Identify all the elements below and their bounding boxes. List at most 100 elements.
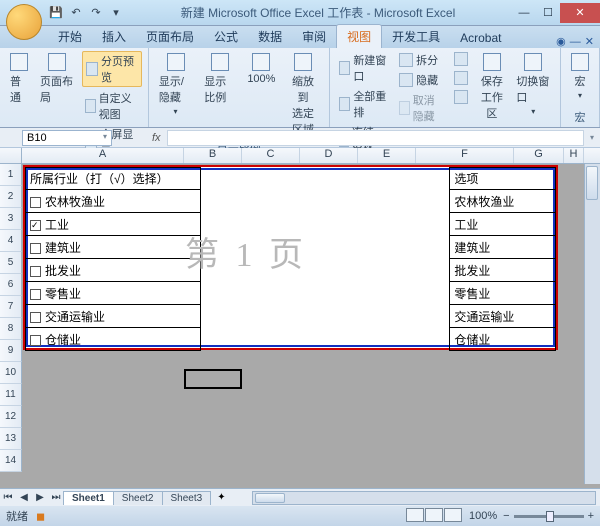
sheet-nav-last[interactable]: ⏭ (48, 492, 64, 503)
checkbox-icon[interactable] (30, 335, 41, 346)
checkbox-icon[interactable] (30, 197, 41, 208)
ribbon-minimize-icon[interactable]: — (570, 36, 581, 48)
sheet-nav-next[interactable]: ▶ (32, 492, 48, 503)
scrollbar-thumb[interactable] (586, 166, 598, 200)
row-header-2[interactable]: 2 (0, 186, 22, 208)
zoom-out-button[interactable]: − (503, 510, 509, 522)
undo-icon[interactable]: ↶ (68, 5, 84, 21)
row-header-5[interactable]: 5 (0, 252, 22, 274)
cell-industry[interactable]: 工业 (26, 213, 201, 236)
sheet-nav-prev[interactable]: ◀ (16, 492, 32, 503)
cell-industry[interactable]: 交通运输业 (26, 305, 201, 328)
cell-option[interactable]: 工业 (450, 213, 556, 236)
cell-industry[interactable]: 农林牧渔业 (26, 190, 201, 213)
zoom-100-button[interactable]: 100% (243, 51, 279, 139)
header-industry[interactable]: 所属行业（打（√）选择） (26, 168, 201, 190)
hide-button[interactable]: 隐藏 (396, 71, 447, 89)
row-header-6[interactable]: 6 (0, 274, 22, 296)
col-header-h[interactable]: H (564, 148, 584, 163)
sheet-tab-1[interactable]: Sheet1 (63, 491, 114, 505)
row-header-10[interactable]: 10 (0, 362, 22, 384)
checkbox-icon[interactable] (30, 220, 41, 231)
cell-option[interactable]: 农林牧渔业 (450, 190, 556, 213)
select-all-corner[interactable] (0, 148, 22, 163)
unhide-button[interactable]: 取消隐藏 (396, 91, 447, 125)
row-header-11[interactable]: 11 (0, 384, 22, 406)
tab-acrobat[interactable]: Acrobat (450, 28, 511, 48)
row-header-7[interactable]: 7 (0, 296, 22, 318)
zoom-button[interactable]: 显示比例 (200, 51, 239, 139)
cell-industry[interactable]: 建筑业 (26, 236, 201, 259)
cell-option[interactable]: 建筑业 (450, 236, 556, 259)
worksheet-grid[interactable]: A B C D E F G H 1234567891011121314 第 1 … (0, 148, 600, 488)
slider-thumb[interactable] (546, 511, 554, 522)
zoom-selection-button[interactable]: 缩放到 选定区域 (283, 51, 322, 139)
cell-industry[interactable]: 零售业 (26, 282, 201, 305)
row-header-8[interactable]: 8 (0, 318, 22, 340)
col-header-c[interactable]: C (242, 148, 300, 163)
tab-formulas[interactable]: 公式 (204, 25, 248, 48)
minimize-button[interactable]: — (512, 3, 536, 23)
checkbox-icon[interactable] (30, 289, 41, 300)
cell-industry[interactable]: 批发业 (26, 259, 201, 282)
macros-button[interactable]: 宏▾ (567, 51, 593, 107)
row-header-14[interactable]: 14 (0, 450, 22, 472)
cell-option[interactable]: 零售业 (450, 282, 556, 305)
compare-side-button[interactable] (451, 51, 471, 67)
chevron-down-icon[interactable]: ▾ (103, 132, 107, 144)
horizontal-scrollbar[interactable] (252, 491, 596, 505)
row-header-1[interactable]: 1 (0, 164, 22, 186)
custom-views-button[interactable]: 自定义视图 (82, 89, 142, 123)
checkbox-icon[interactable] (30, 312, 41, 323)
zoom-slider[interactable]: − + (503, 510, 594, 522)
row-header-12[interactable]: 12 (0, 406, 22, 428)
col-header-e[interactable]: E (358, 148, 416, 163)
checkbox-icon[interactable] (30, 266, 41, 277)
checkbox-icon[interactable] (30, 243, 41, 254)
sync-scroll-button[interactable] (451, 70, 471, 86)
sheet-nav-first[interactable]: ⏮ (0, 492, 16, 503)
col-header-f[interactable]: F (416, 148, 514, 163)
sheet-tab-3[interactable]: Sheet3 (162, 491, 212, 505)
col-header-d[interactable]: D (300, 148, 358, 163)
fx-icon[interactable]: fx (152, 132, 161, 144)
close-button[interactable]: ✕ (560, 3, 600, 23)
row-header-9[interactable]: 9 (0, 340, 22, 362)
row-header-4[interactable]: 4 (0, 230, 22, 252)
page-break-shortcut[interactable] (444, 508, 462, 522)
vertical-scrollbar[interactable] (584, 164, 600, 484)
tab-developer[interactable]: 开发工具 (382, 25, 450, 48)
header-option[interactable]: 选项 (450, 168, 556, 190)
scrollbar-thumb[interactable] (255, 493, 285, 503)
show-hide-button[interactable]: 显示/隐藏▾ (155, 51, 196, 139)
cell-option[interactable]: 仓储业 (450, 328, 556, 351)
reset-position-button[interactable] (451, 89, 471, 105)
cell-option[interactable]: 批发业 (450, 259, 556, 282)
row-header-13[interactable]: 13 (0, 428, 22, 450)
col-header-a[interactable]: A (22, 148, 184, 163)
name-box[interactable]: B10▾ (22, 130, 112, 146)
qat-customize-icon[interactable]: ▾ (108, 5, 124, 21)
save-icon[interactable]: 💾 (48, 5, 64, 21)
cell-industry[interactable]: 仓储业 (26, 328, 201, 351)
row-header-3[interactable]: 3 (0, 208, 22, 230)
tab-pagelayout[interactable]: 页面布局 (136, 25, 204, 48)
tab-home[interactable]: 开始 (48, 25, 92, 48)
formula-expand-icon[interactable]: ▾ (590, 133, 594, 142)
help-icon[interactable]: ◉ (556, 35, 566, 48)
office-button[interactable] (6, 4, 42, 40)
cell-option[interactable]: 交通运输业 (450, 305, 556, 328)
ribbon-close-icon[interactable]: ✕ (585, 35, 594, 48)
tab-review[interactable]: 审阅 (292, 25, 336, 48)
formula-input[interactable] (167, 130, 584, 146)
insert-sheet-button[interactable]: ✦ (211, 492, 231, 503)
page-break-preview-button[interactable]: 分页预览 (82, 51, 142, 87)
zoom-level[interactable]: 100% (469, 510, 497, 522)
redo-icon[interactable]: ↷ (88, 5, 104, 21)
maximize-button[interactable]: ☐ (536, 3, 560, 23)
tab-insert[interactable]: 插入 (92, 25, 136, 48)
slider-track[interactable] (514, 515, 584, 518)
col-header-g[interactable]: G (514, 148, 564, 163)
normal-view-shortcut[interactable] (406, 508, 424, 522)
tab-view[interactable]: 视图 (336, 24, 382, 48)
